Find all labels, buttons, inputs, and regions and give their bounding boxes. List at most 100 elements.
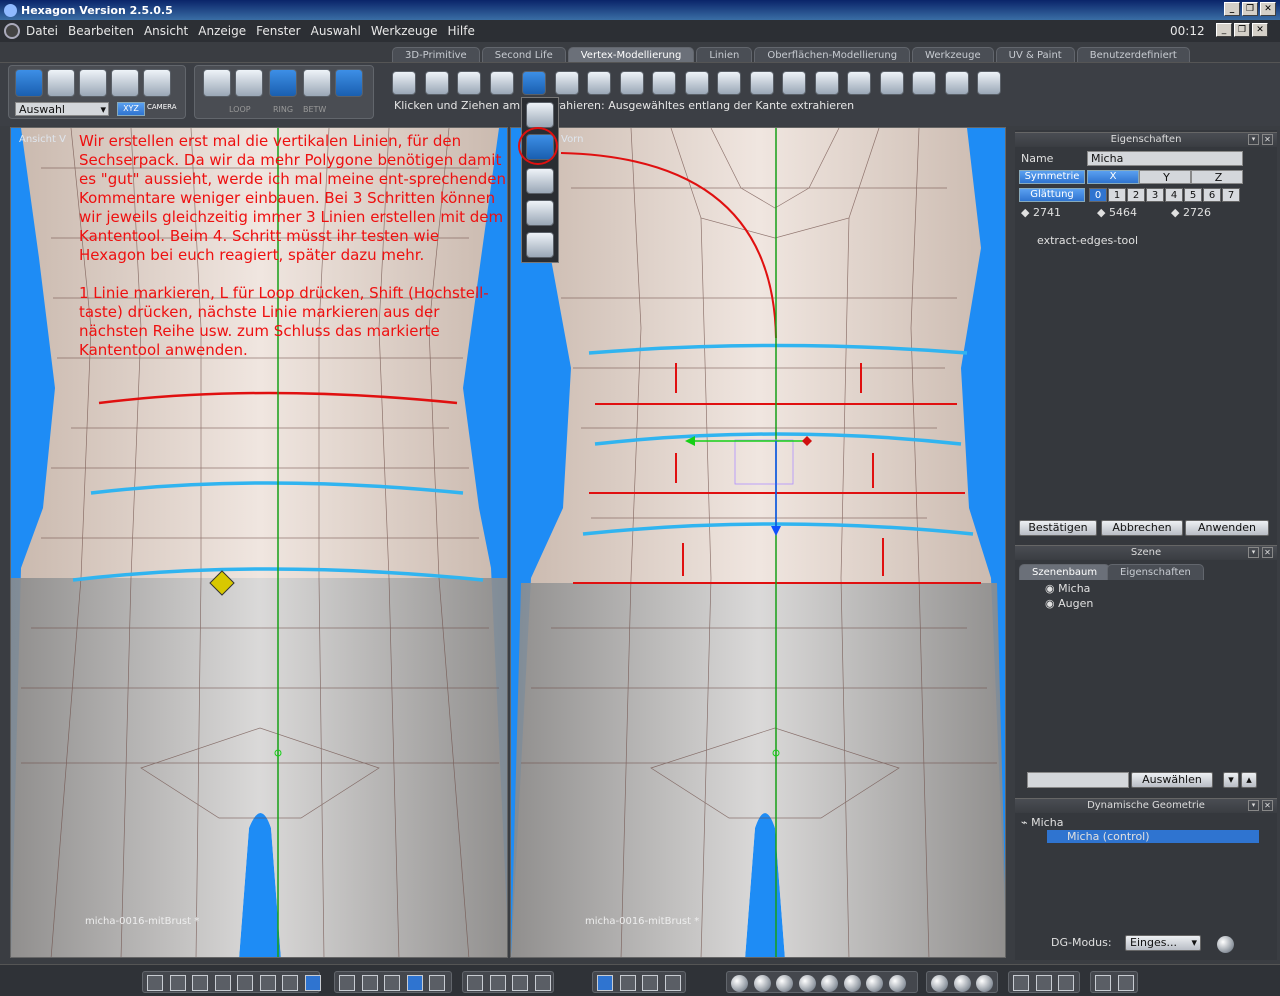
restore-icon[interactable]: ❐	[1242, 2, 1258, 16]
g1-view-icon-6[interactable]	[282, 975, 298, 991]
g4-view-icon-3[interactable]	[664, 975, 681, 991]
tessellate-tool-icon[interactable]	[814, 71, 839, 95]
dg-item-micha-control[interactable]: Micha (control)	[1047, 830, 1259, 843]
g5-view-icon-3[interactable]	[798, 975, 816, 992]
collapse-icon[interactable]: ▾	[1248, 134, 1259, 145]
tab-benutzerdefiniert[interactable]: Benutzerdefiniert	[1076, 47, 1190, 63]
g5-view-icon-6[interactable]	[866, 975, 883, 992]
g1-view-icon-3[interactable]	[214, 975, 231, 991]
lathe-tool-icon[interactable]	[912, 71, 936, 95]
menu-fenster[interactable]: Fenster	[256, 24, 301, 38]
smoothing-level-7[interactable]: 7	[1222, 188, 1240, 202]
scale-tool-icon[interactable]	[977, 71, 1001, 95]
collapse-icon[interactable]: ▾	[1248, 547, 1259, 558]
extract-tool-icon[interactable]	[457, 71, 481, 95]
g6-view-icon-1[interactable]	[953, 975, 971, 992]
g1-view-icon-1[interactable]	[169, 975, 186, 991]
close-icon[interactable]: ✕	[1262, 134, 1273, 145]
selection-mode-dropdown[interactable]: Auswahl ▾	[15, 102, 109, 116]
bridge-tool-icon[interactable]	[782, 71, 806, 95]
tab-oberflaechen-modellierung[interactable]: Oberflächen-Modellierung	[754, 47, 911, 63]
g1-view-icon-5[interactable]	[259, 975, 276, 991]
tube-tool-icon[interactable]	[489, 71, 514, 95]
close-icon[interactable]: ✕	[1262, 547, 1273, 558]
menu-werkzeuge[interactable]: Werkzeuge	[371, 24, 438, 38]
smoothing-level-4[interactable]: 4	[1165, 188, 1183, 202]
minimize-icon[interactable]: _	[1224, 2, 1240, 16]
smoothing-level-3[interactable]: 3	[1146, 188, 1164, 202]
close-icon[interactable]: ✕	[1260, 2, 1276, 16]
smoothing-level-0[interactable]: 0	[1089, 188, 1107, 202]
g2-view-icon-3[interactable]	[406, 975, 423, 991]
close-icon[interactable]: ✕	[1262, 800, 1273, 811]
dg-item-micha[interactable]: ⌁ Micha	[1021, 816, 1063, 829]
ring-button[interactable]: RING	[273, 105, 293, 114]
symmetry-z-button[interactable]: Z	[1191, 170, 1243, 184]
divide-tool-icon[interactable]	[879, 71, 904, 95]
vertex-mode-icon[interactable]	[203, 69, 231, 97]
ghost-icon[interactable]	[143, 69, 171, 97]
scene-search-input[interactable]	[1027, 772, 1129, 788]
extrude-cube-icon[interactable]	[526, 200, 554, 226]
tab-3d-primitive[interactable]: 3D-Primitive	[392, 47, 480, 63]
g4-view-icon-0[interactable]	[597, 975, 613, 991]
menu-bearbeiten[interactable]: Bearbeiten	[68, 24, 134, 38]
arrow-up-icon[interactable]: ▴	[1241, 772, 1257, 788]
g3-view-icon-3[interactable]	[534, 975, 551, 991]
thicken-tool-icon[interactable]	[652, 71, 676, 95]
tab-scene-properties[interactable]: Eigenschaften	[1107, 564, 1204, 580]
cut-tool-icon[interactable]	[684, 71, 709, 95]
g4-view-icon-1[interactable]	[619, 975, 636, 991]
g2-view-icon-4[interactable]	[429, 975, 445, 991]
bevel-tool-icon[interactable]	[392, 71, 416, 95]
confirm-button[interactable]: Bestätigen	[1019, 520, 1097, 536]
smoothing-level-6[interactable]: 6	[1203, 188, 1221, 202]
lasso-icon[interactable]	[47, 69, 75, 97]
apply-button[interactable]: Anwenden	[1185, 520, 1269, 536]
menu-hilfe[interactable]: Hilfe	[448, 24, 475, 38]
tab-werkzeuge[interactable]: Werkzeuge	[912, 47, 994, 63]
g1-view-icon-4[interactable]	[237, 975, 253, 991]
g2-view-icon-2[interactable]	[384, 975, 400, 991]
tab-vertex-modellierung[interactable]: Vertex-Modellierung	[567, 47, 695, 63]
smooth-tool-icon[interactable]	[587, 71, 611, 95]
g7-view-icon-1[interactable]	[1035, 975, 1052, 991]
edge-mode-icon[interactable]	[235, 69, 263, 97]
g7-view-icon-2[interactable]	[1058, 975, 1074, 991]
eye-icon[interactable]: ◉	[1045, 597, 1058, 610]
tab-second-life[interactable]: Second Life	[481, 47, 566, 63]
g8-view-icon-0[interactable]	[1095, 975, 1111, 991]
dg-mode-dropdown[interactable]: Einges... ▾	[1125, 935, 1201, 951]
extrude-tool-icon[interactable]	[424, 71, 449, 95]
tab-scene-tree[interactable]: Szenenbaum	[1019, 564, 1111, 580]
scene-item-micha[interactable]: ◉ Micha	[1045, 582, 1090, 595]
loop-button[interactable]: LOOP	[229, 105, 251, 114]
viewport-right[interactable]: Vorn micha-0016-mitBrust *	[510, 127, 1006, 958]
g5-view-icon-1[interactable]	[753, 975, 771, 992]
face-mode-icon[interactable]	[269, 69, 297, 97]
g2-view-icon-0[interactable]	[339, 975, 355, 991]
doc-close-icon[interactable]: ✕	[1252, 23, 1268, 37]
g5-view-icon-7[interactable]	[888, 975, 906, 992]
cancel-button[interactable]: Abbrechen	[1101, 520, 1183, 536]
extrude-face-icon[interactable]	[526, 102, 554, 128]
g5-view-icon-5[interactable]	[843, 975, 861, 992]
menu-ansicht[interactable]: Ansicht	[144, 24, 188, 38]
name-field[interactable]: Micha	[1087, 151, 1243, 166]
inset-tool-icon[interactable]	[717, 71, 741, 95]
tab-linien[interactable]: Linien	[696, 47, 753, 63]
menu-datei[interactable]: Datei	[26, 24, 58, 38]
g5-view-icon-4[interactable]	[821, 975, 838, 992]
xyz-button[interactable]: XYZ	[117, 102, 145, 116]
collapse-icon[interactable]: ▾	[1248, 800, 1259, 811]
g1-view-icon-0[interactable]	[147, 975, 163, 991]
object-mode-icon[interactable]	[303, 69, 331, 97]
smoothing-level-5[interactable]: 5	[1184, 188, 1202, 202]
g6-view-icon-0[interactable]	[931, 975, 948, 992]
g1-view-icon-2[interactable]	[192, 975, 208, 991]
select-arrow-icon[interactable]	[15, 69, 43, 97]
g5-view-icon-0[interactable]	[731, 975, 748, 992]
symmetry-x-button[interactable]: X	[1087, 170, 1139, 184]
g8-view-icon-1[interactable]	[1117, 975, 1134, 991]
g2-view-icon-1[interactable]	[361, 975, 378, 991]
